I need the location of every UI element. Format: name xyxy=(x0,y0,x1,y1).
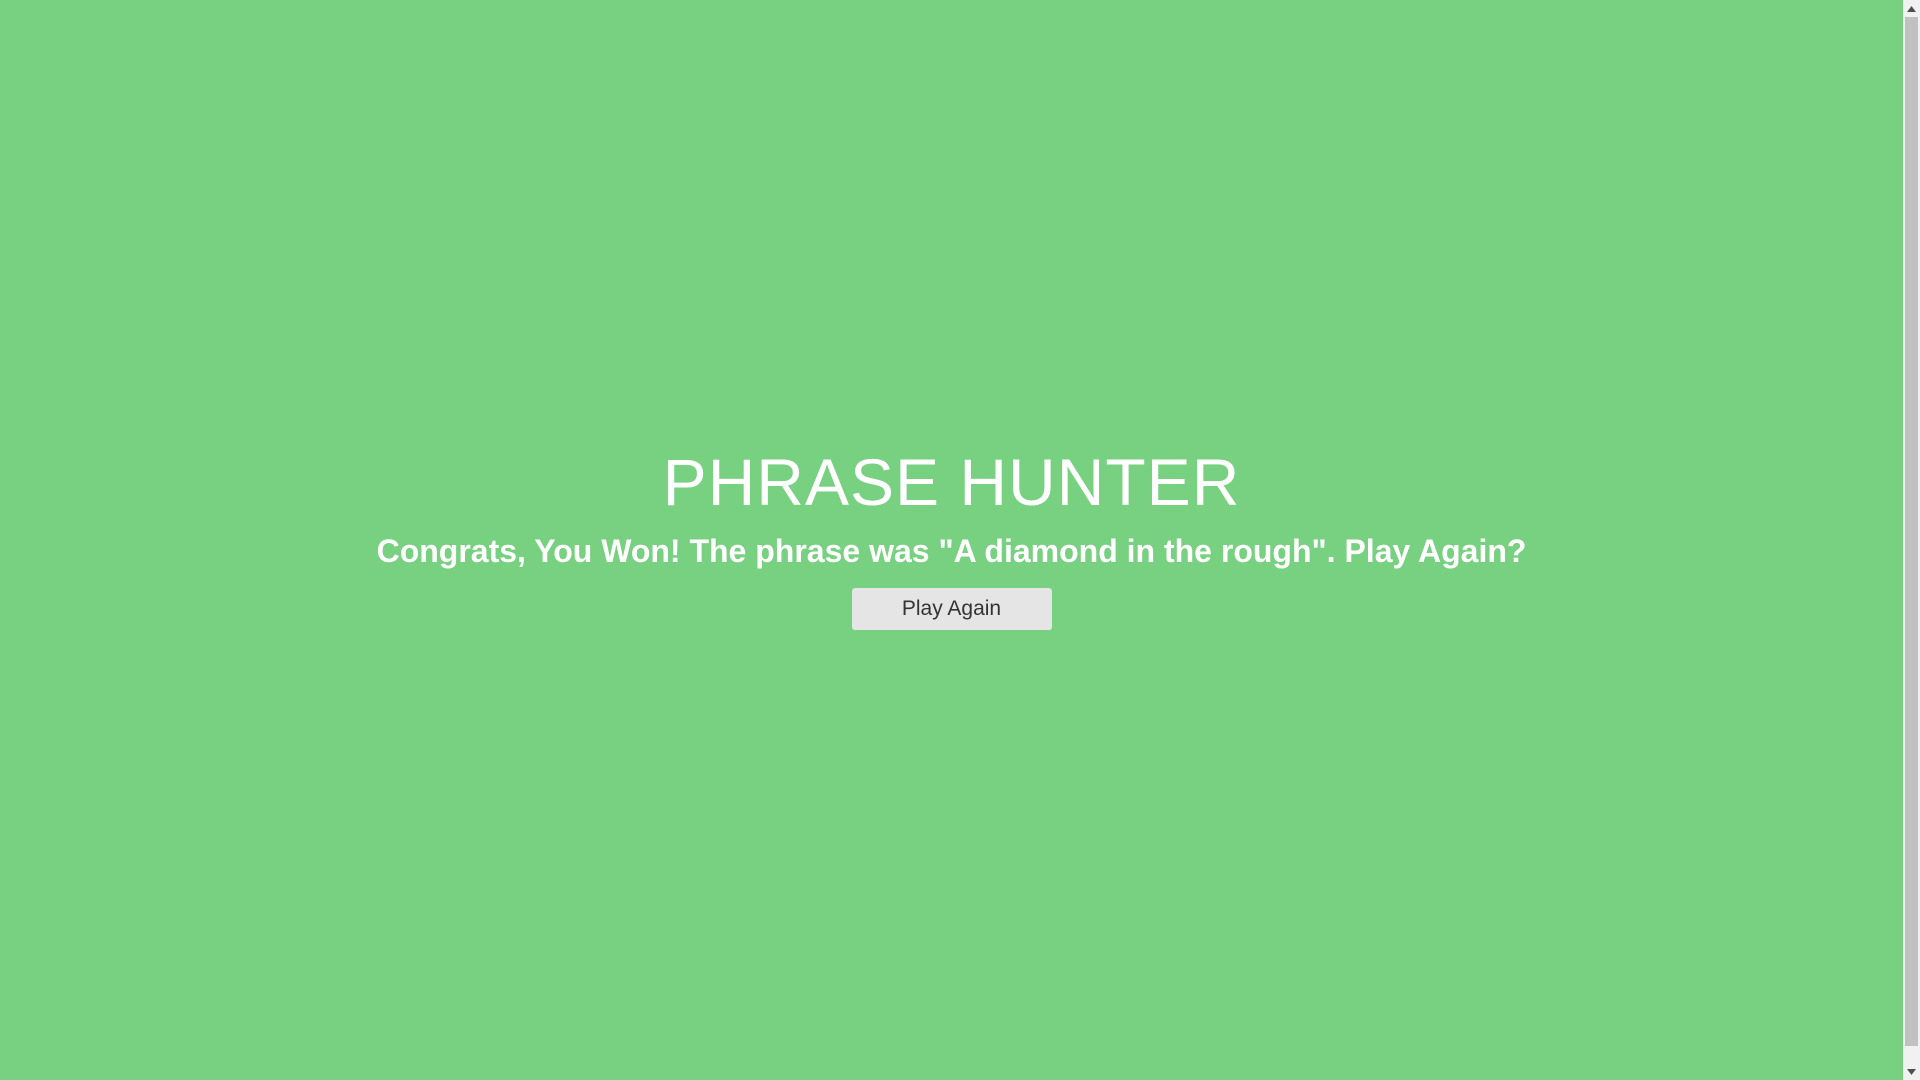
overlay-content: PHRASE HUNTER Congrats, You Won! The phr… xyxy=(376,444,1527,631)
play-again-button[interactable]: Play Again xyxy=(851,588,1052,631)
game-over-message: Congrats, You Won! The phrase was "A dia… xyxy=(376,533,1527,570)
win-overlay: PHRASE HUNTER Congrats, You Won! The phr… xyxy=(0,0,1903,1080)
game-title: PHRASE HUNTER xyxy=(662,444,1241,519)
vertical-scrollbar[interactable] xyxy=(1903,0,1920,1080)
scroll-down-button[interactable] xyxy=(1903,1063,1920,1080)
scrollbar-thumb[interactable] xyxy=(1905,17,1918,1046)
chevron-down-icon xyxy=(1907,1068,1916,1075)
chevron-up-icon xyxy=(1907,5,1916,12)
scroll-up-button[interactable] xyxy=(1903,0,1920,17)
